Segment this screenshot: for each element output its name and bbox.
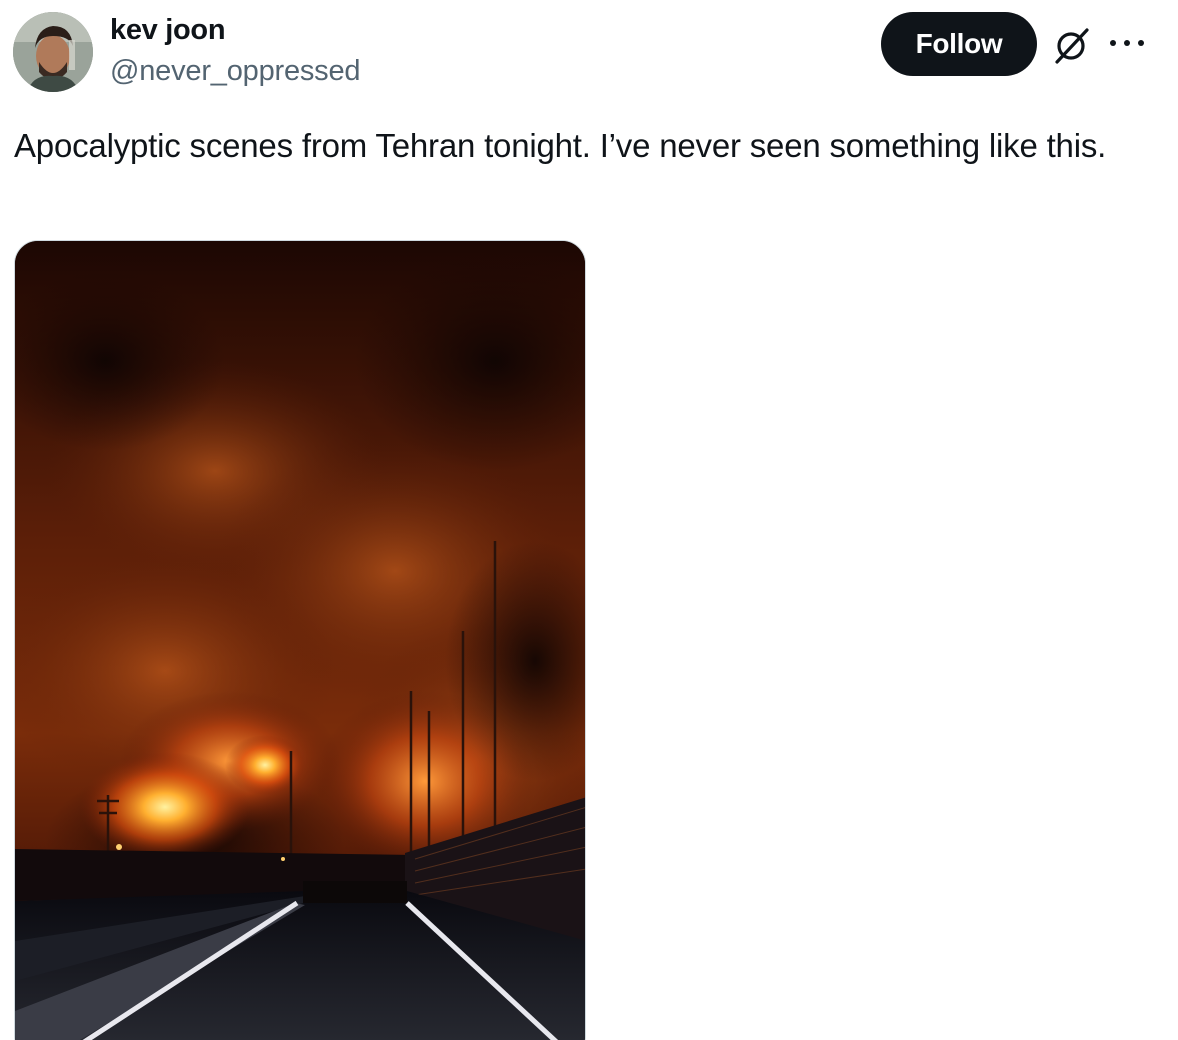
display-name[interactable]: kev joon: [110, 14, 226, 47]
more-icon[interactable]: [1110, 28, 1144, 58]
follow-button[interactable]: Follow: [881, 12, 1037, 76]
tweet-text: Apocalyptic scenes from Tehran tonight. …: [14, 127, 1107, 164]
avatar[interactable]: [13, 12, 93, 92]
fire-scene-image: [15, 241, 585, 1040]
media-image[interactable]: [14, 240, 586, 1040]
avatar-image: [13, 12, 93, 92]
user-handle[interactable]: @never_oppressed: [110, 55, 361, 88]
dot-icon: [1138, 40, 1144, 46]
grok-icon[interactable]: [1051, 24, 1093, 66]
dot-icon: [1124, 40, 1130, 46]
tweet: kev joon @never_oppressed Follow Apocaly…: [0, 0, 1178, 1040]
dot-icon: [1110, 40, 1116, 46]
